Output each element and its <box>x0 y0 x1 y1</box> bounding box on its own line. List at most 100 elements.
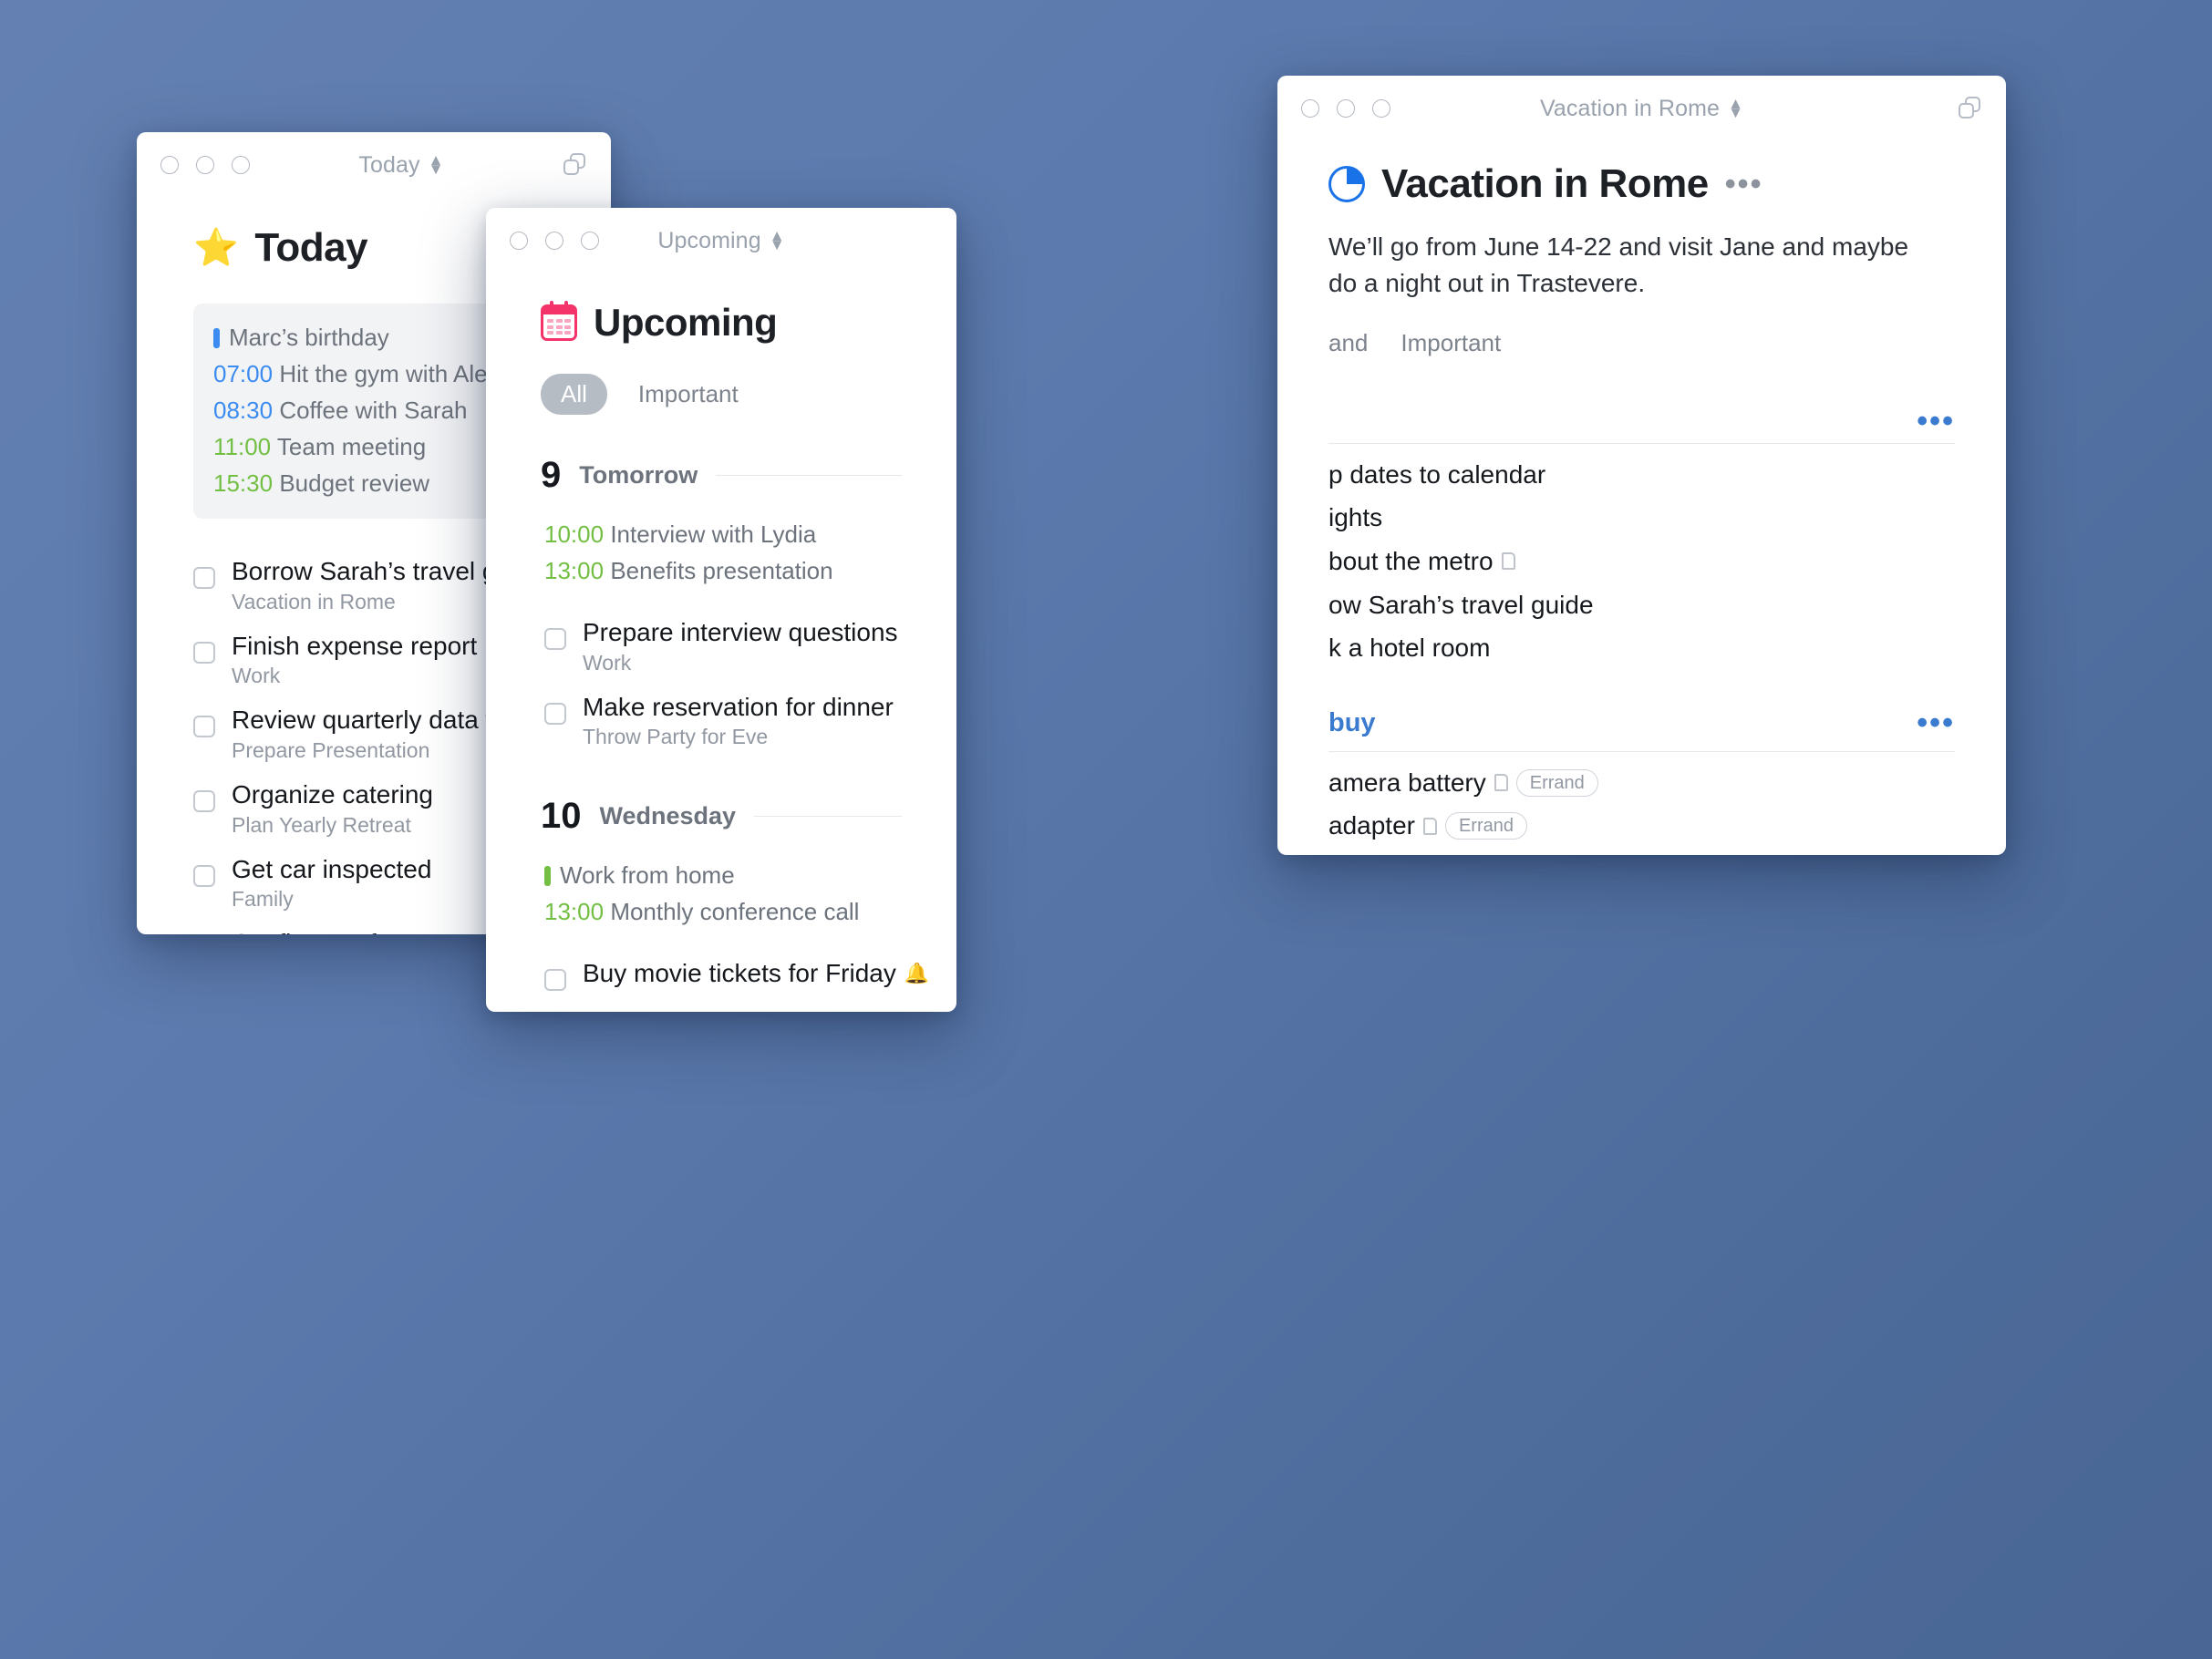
task-project: Throw Party for Eve <box>583 725 769 749</box>
window-upcoming[interactable]: Upcoming ▲ ▼ Upcoming All Important 9 Tom… <box>486 208 956 1012</box>
task-checkbox[interactable] <box>193 864 215 887</box>
task-title: Organize catering <box>232 779 434 809</box>
task-checkbox[interactable] <box>544 969 566 992</box>
close-button[interactable] <box>510 232 528 250</box>
window-vacation-in-rome[interactable]: Vacation in Rome ▲ ▼ Vacation in Rome •••… <box>1277 76 2006 855</box>
task-row[interactable]: k a hotel room <box>1328 626 1955 670</box>
event-text: Marc’s birthday <box>229 324 389 351</box>
task-title: Prepare interview questions <box>583 618 898 647</box>
task-project: Work <box>232 664 281 688</box>
task-row[interactable]: amera battery Errand <box>1328 761 1955 805</box>
task-list-day-10: Buy movie tickets for Friday 🔔 Get copy o… <box>544 950 929 1012</box>
filter-chip-all[interactable]: All <box>541 374 607 415</box>
duplicate-window-icon[interactable] <box>563 153 587 177</box>
event-time: 15:30 <box>213 469 274 498</box>
task-title: bout the metro <box>1328 547 1494 576</box>
filter-chip-partial[interactable]: and <box>1328 329 1368 357</box>
task-title: Make reservation for dinner <box>583 692 894 721</box>
task-checkbox[interactable] <box>193 641 215 664</box>
close-button[interactable] <box>160 156 179 174</box>
titlebar-vacation-in-rome[interactable]: Vacation in Rome ▲ ▼ <box>1277 76 2006 141</box>
task-checkbox[interactable] <box>544 702 566 725</box>
group-more-menu-1[interactable]: ••• <box>1917 405 1955 437</box>
event-row[interactable]: 10:00 Interview with Lydia <box>544 516 902 552</box>
task-row[interactable]: Make reservation for dinner Throw Party … <box>544 684 902 758</box>
task-tag[interactable]: Errand <box>1515 768 1598 797</box>
task-row[interactable]: Get copy of signed contract Onboard Jame… <box>544 999 902 1012</box>
minimize-button[interactable] <box>196 156 214 174</box>
task-title: adapter <box>1328 811 1415 840</box>
task-project: Work <box>583 650 632 675</box>
chevron-updown-icon[interactable]: ▲ ▼ <box>770 228 785 252</box>
task-title: ights <box>1328 503 1383 532</box>
traffic-lights[interactable] <box>137 156 250 174</box>
event-row[interactable]: Work from home <box>544 857 902 893</box>
calendar-icon <box>541 301 577 341</box>
day-number: 10 <box>541 796 582 837</box>
page-title-rome: Vacation in Rome ••• <box>1328 161 1955 207</box>
task-list-1: p dates to calendar ights bout the metro… <box>1328 453 1955 670</box>
task-title: Finish expense report <box>232 631 478 660</box>
event-text: Budget review <box>279 469 430 498</box>
task-checkbox[interactable] <box>193 716 215 738</box>
task-row[interactable]: p dates to calendar <box>1328 453 1955 497</box>
event-time: 08:30 <box>213 397 274 425</box>
task-title: ow Sarah’s travel guide <box>1328 590 1594 619</box>
event-text: Interview with Lydia <box>610 520 817 548</box>
minimize-button[interactable] <box>1337 99 1355 118</box>
task-tag[interactable]: Errand <box>1444 812 1527 840</box>
zoom-button[interactable] <box>581 232 599 250</box>
divider <box>716 475 902 476</box>
note-icon <box>1422 817 1437 835</box>
event-row[interactable]: 13:00 Monthly conference call <box>544 893 902 930</box>
filter-chip-important[interactable]: Important <box>618 374 759 415</box>
window-title-text: Today <box>358 151 420 178</box>
task-row[interactable]: adapter Errand <box>1328 804 1955 848</box>
event-time: 13:00 <box>544 557 605 585</box>
zoom-button[interactable] <box>1372 99 1390 118</box>
page-title-text: Today <box>254 225 368 270</box>
task-title: Get copy of signed contract <box>583 1007 894 1012</box>
event-text: Coffee with Sarah <box>279 397 468 425</box>
group-more-menu-buy[interactable]: ••• <box>1917 707 1955 739</box>
task-row[interactable]: bout the metro <box>1328 540 1955 583</box>
close-button[interactable] <box>1301 99 1319 118</box>
window-title-today: Today ▲ ▼ <box>246 152 556 179</box>
traffic-lights[interactable] <box>1277 99 1390 118</box>
day-number: 9 <box>541 455 562 495</box>
event-text: Benefits presentation <box>610 557 833 585</box>
event-row[interactable]: 13:00 Benefits presentation <box>544 552 902 589</box>
task-checkbox[interactable] <box>544 628 566 651</box>
event-text: Monthly conference call <box>610 898 860 926</box>
duplicate-window-icon[interactable] <box>1959 97 1982 120</box>
task-project: Plan Yearly Retreat <box>232 812 411 837</box>
day-name: Wednesday <box>599 802 737 830</box>
event-time: 13:00 <box>544 898 605 926</box>
task-checkbox[interactable] <box>193 567 215 590</box>
task-row[interactable]: ow Sarah’s travel guide <box>1328 583 1955 627</box>
event-text: Hit the gym with Alex <box>279 360 500 388</box>
task-title: Buy movie tickets for Friday <box>583 959 896 988</box>
task-row[interactable]: Buy movie tickets for Friday 🔔 <box>544 950 929 999</box>
divider <box>754 816 902 818</box>
note-icon <box>1494 774 1508 792</box>
titlebar-today[interactable]: Today ▲ ▼ <box>137 132 611 198</box>
chevron-updown-icon[interactable]: ▲ ▼ <box>1728 96 1743 119</box>
divider <box>1328 750 1955 752</box>
task-checkbox[interactable] <box>193 789 215 812</box>
chevron-updown-icon[interactable]: ▲ ▼ <box>429 152 444 176</box>
minimize-button[interactable] <box>545 232 563 250</box>
task-title: Get car inspected <box>232 854 432 883</box>
titlebar-upcoming[interactable]: Upcoming ▲ ▼ <box>486 208 956 273</box>
task-row[interactable]: ights <box>1328 496 1955 540</box>
project-more-menu[interactable]: ••• <box>1725 168 1763 200</box>
allday-marker <box>544 866 551 887</box>
event-text: Work from home <box>560 861 735 890</box>
filter-chip-important[interactable]: Important <box>1401 329 1501 357</box>
day-section-10: 10 Wednesday Work from home 13:00 Monthl… <box>541 796 929 1012</box>
window-title-text: Vacation in Rome <box>1539 95 1721 121</box>
zoom-button[interactable] <box>232 156 250 174</box>
event-time: 11:00 <box>213 433 272 461</box>
task-row[interactable]: Prepare interview questions Work <box>544 609 902 684</box>
traffic-lights[interactable] <box>486 232 599 250</box>
